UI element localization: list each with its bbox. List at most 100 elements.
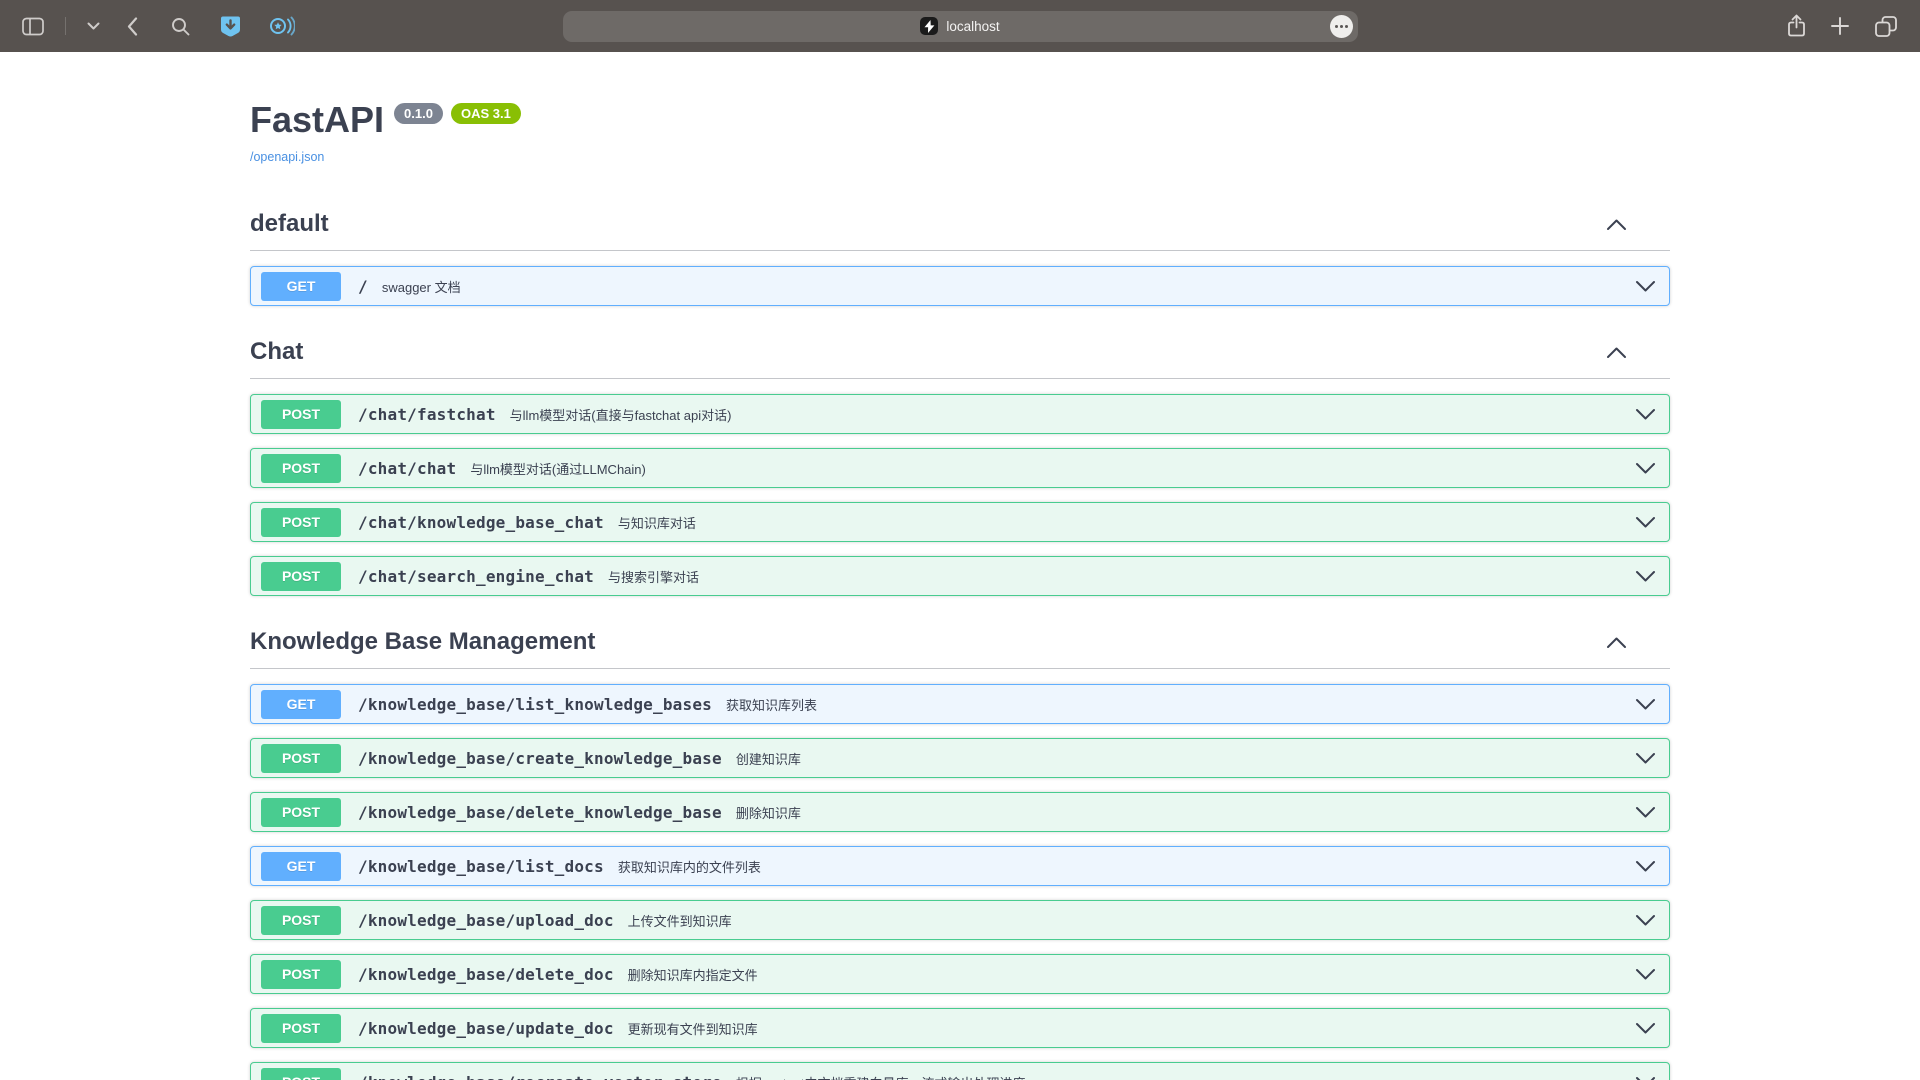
sidebar-chevron-down-icon[interactable] [87,22,100,31]
method-badge: POST [261,508,341,537]
browser-toolbar: localhost [0,0,1920,52]
section-title: Knowledge Base Management [250,628,595,656]
method-badge: GET [261,272,341,301]
toolbar-separator [65,17,66,35]
method-badge: POST [261,798,341,827]
collapse-section-chevron-up-icon[interactable] [1606,218,1627,231]
endpoint-row[interactable]: GET /knowledge_base/list_knowledge_bases… [250,684,1670,724]
method-badge: POST [261,562,341,591]
endpoint-description: 创建知识库 [736,749,801,768]
toolbar-left-group [22,15,522,38]
expand-endpoint-chevron-down-icon[interactable] [1635,698,1656,711]
endpoint-path: /knowledge_base/upload_doc [358,911,614,930]
endpoint-path: /knowledge_base/delete_doc [358,965,614,984]
address-bar[interactable]: localhost [563,11,1358,42]
endpoint-row[interactable]: POST /knowledge_base/upload_doc 上传文件到知识库 [250,900,1670,940]
section-title: Chat [250,338,303,366]
method-badge: GET [261,852,341,881]
endpoint-path: /chat/search_engine_chat [358,567,594,586]
oas-badge: OAS 3.1 [451,103,521,124]
address-url-text: localhost [946,19,999,34]
endpoint-description: 获取知识库列表 [726,695,817,714]
expand-endpoint-chevron-down-icon[interactable] [1635,914,1656,927]
expand-endpoint-chevron-down-icon[interactable] [1635,806,1656,819]
endpoint-row[interactable]: POST /knowledge_base/delete_knowledge_ba… [250,792,1670,832]
endpoint-path: /chat/knowledge_base_chat [358,513,604,532]
endpoint-row[interactable]: POST /knowledge_base/recreate_vector_sto… [250,1062,1670,1080]
bookmark-extension-icon[interactable] [219,15,242,38]
endpoint-path: /chat/fastchat [358,405,496,424]
endpoint-description: 与llm模型对话(直接与fastchat api对话) [510,405,732,424]
api-section: Chat POST /chat/fastchat 与llm模型对话(直接与fas… [250,330,1670,596]
endpoint-path: /knowledge_base/recreate_vector_store [358,1073,722,1080]
swagger-ui-page: FastAPI 0.1.0 OAS 3.1 /openapi.json defa… [250,52,1670,1080]
expand-endpoint-chevron-down-icon[interactable] [1635,1022,1656,1035]
endpoint-row[interactable]: POST /knowledge_base/delete_doc 删除知识库内指定… [250,954,1670,994]
page-title: FastAPI [250,99,384,141]
address-bar-content: localhost [920,17,999,35]
expand-endpoint-chevron-down-icon[interactable] [1635,968,1656,981]
endpoint-description: 与搜索引擎对话 [608,567,699,586]
endpoint-path: /knowledge_base/create_knowledge_base [358,749,722,768]
endpoint-description: 获取知识库内的文件列表 [618,857,761,876]
expand-endpoint-chevron-down-icon[interactable] [1635,860,1656,873]
endpoint-description: 删除知识库 [736,803,801,822]
page-more-options-button[interactable] [1330,15,1353,38]
endpoint-row[interactable]: POST /knowledge_base/update_doc 更新现有文件到知… [250,1008,1670,1048]
method-badge: POST [261,400,341,429]
endpoint-description: swagger 文档 [382,277,461,296]
section-title: default [250,210,329,238]
search-icon[interactable] [171,17,190,36]
site-favicon-lightning [920,17,938,35]
share-icon[interactable] [1787,14,1806,38]
api-section: default GET / swagger 文档 [250,202,1670,306]
method-badge: POST [261,744,341,773]
endpoint-list: POST /chat/fastchat 与llm模型对话(直接与fastchat… [250,379,1670,596]
endpoint-row[interactable]: POST /chat/chat 与llm模型对话(通过LLMChain) [250,448,1670,488]
endpoint-row[interactable]: POST /chat/search_engine_chat 与搜索引擎对话 [250,556,1670,596]
endpoint-description: 删除知识库内指定文件 [628,965,758,984]
expand-endpoint-chevron-down-icon[interactable] [1635,516,1656,529]
endpoint-row[interactable]: POST /chat/knowledge_base_chat 与知识库对话 [250,502,1670,542]
method-badge: GET [261,690,341,719]
new-tab-button[interactable] [1830,16,1850,36]
section-header-1[interactable]: Chat [250,330,1670,379]
toolbar-right-group [1398,14,1898,38]
endpoint-path: /knowledge_base/delete_knowledge_base [358,803,722,822]
endpoint-path: /knowledge_base/list_knowledge_bases [358,695,712,714]
tab-overview-button[interactable] [1874,15,1898,38]
section-header-0[interactable]: default [250,202,1670,251]
endpoint-path: /chat/chat [358,459,456,478]
expand-endpoint-chevron-down-icon[interactable] [1635,408,1656,421]
endpoint-path: /knowledge_base/update_doc [358,1019,614,1038]
endpoint-description: 与llm模型对话(通过LLMChain) [470,459,646,478]
expand-endpoint-chevron-down-icon[interactable] [1635,752,1656,765]
expand-endpoint-chevron-down-icon[interactable] [1635,570,1656,583]
section-header-2[interactable]: Knowledge Base Management [250,620,1670,669]
endpoint-row[interactable]: GET / swagger 文档 [250,266,1670,306]
api-info-block: FastAPI 0.1.0 OAS 3.1 /openapi.json [250,99,1670,166]
method-badge: POST [261,1014,341,1043]
method-badge: POST [261,1068,341,1080]
collapse-section-chevron-up-icon[interactable] [1606,636,1627,649]
expand-endpoint-chevron-down-icon[interactable] [1635,280,1656,293]
endpoint-description: 根据content中文档重建向量库，流式输出处理进度。 [736,1073,1039,1080]
sidebar-toggle-button[interactable] [22,17,44,36]
expand-endpoint-chevron-down-icon[interactable] [1635,1076,1656,1080]
version-badge: 0.1.0 [394,103,443,124]
endpoint-row[interactable]: POST /chat/fastchat 与llm模型对话(直接与fastchat… [250,394,1670,434]
live-circles-extension-icon[interactable] [269,15,295,37]
method-badge: POST [261,906,341,935]
endpoint-row[interactable]: POST /knowledge_base/create_knowledge_ba… [250,738,1670,778]
endpoint-list: GET / swagger 文档 [250,251,1670,306]
endpoint-list: GET /knowledge_base/list_knowledge_bases… [250,669,1670,1080]
endpoint-description: 与知识库对话 [618,513,696,532]
api-section: Knowledge Base Management GET /knowledge… [250,620,1670,1080]
collapse-section-chevron-up-icon[interactable] [1606,346,1627,359]
endpoint-description: 更新现有文件到知识库 [628,1019,758,1038]
endpoint-description: 上传文件到知识库 [628,911,732,930]
back-button[interactable] [127,17,138,36]
openapi-spec-link[interactable]: /openapi.json [250,150,324,164]
expand-endpoint-chevron-down-icon[interactable] [1635,462,1656,475]
endpoint-row[interactable]: GET /knowledge_base/list_docs 获取知识库内的文件列… [250,846,1670,886]
